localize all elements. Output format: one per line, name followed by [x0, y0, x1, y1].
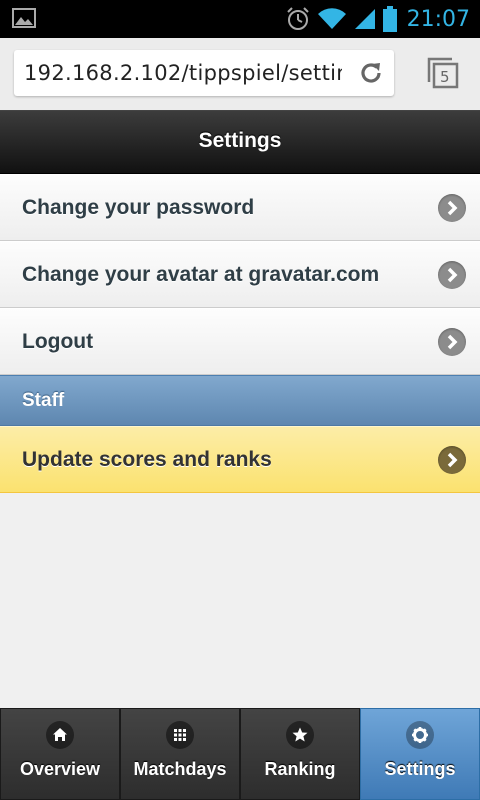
page-header: Settings: [0, 110, 480, 174]
nav-overview[interactable]: Overview: [0, 708, 120, 800]
url-field[interactable]: 192.168.2.102/tippspiel/settings: [14, 50, 394, 96]
tab-count: 5: [440, 68, 450, 86]
nav-matchdays[interactable]: Matchdays: [120, 708, 240, 800]
bottom-navbar: Overview Matchdays Ranking Settings: [0, 708, 480, 800]
gallery-notification-icon: [12, 8, 36, 28]
star-icon: [286, 721, 314, 749]
signal-icon: [354, 9, 375, 29]
browser-toolbar: 192.168.2.102/tippspiel/settings 5: [0, 38, 480, 111]
gear-icon: [406, 721, 434, 749]
list-item-label: Update scores and ranks: [22, 448, 272, 471]
page-title: Settings: [198, 129, 282, 152]
chevron-right-icon: [438, 446, 466, 474]
list-item-change-avatar[interactable]: Change your avatar at gravatar.com: [0, 241, 480, 308]
chevron-right-icon: [438, 261, 466, 289]
nav-ranking[interactable]: Ranking: [240, 708, 360, 800]
list-item-label: Change your password: [22, 196, 255, 219]
divider-label: Staff: [22, 390, 65, 411]
list-item-label: Change your avatar at gravatar.com: [22, 263, 380, 286]
tabs-button[interactable]: 5: [426, 56, 460, 90]
nav-settings[interactable]: Settings: [360, 708, 480, 800]
wifi-icon: [317, 8, 346, 30]
alarm-icon: [286, 7, 309, 30]
list-divider-staff: Staff: [0, 375, 480, 426]
grid-icon: [166, 721, 194, 749]
list-item-update-scores[interactable]: Update scores and ranks: [0, 426, 480, 493]
nav-label: Settings: [384, 759, 456, 779]
list-item-label: Logout: [22, 330, 94, 353]
list-item-change-password[interactable]: Change your password: [0, 174, 480, 241]
url-text[interactable]: 192.168.2.102/tippspiel/settings: [24, 50, 342, 96]
chevron-right-icon: [438, 328, 466, 356]
reload-icon[interactable]: [358, 60, 384, 86]
list-item-logout[interactable]: Logout: [0, 308, 480, 375]
chevron-right-icon: [438, 194, 466, 222]
nav-label: Matchdays: [133, 759, 227, 779]
home-icon: [46, 721, 74, 749]
nav-label: Ranking: [264, 759, 336, 779]
status-bar: 21:07: [0, 0, 480, 38]
clock: 21:07: [406, 6, 470, 32]
battery-icon: [382, 6, 397, 32]
nav-label: Overview: [19, 759, 101, 779]
settings-list: Change your password Change your avatar …: [0, 174, 480, 493]
